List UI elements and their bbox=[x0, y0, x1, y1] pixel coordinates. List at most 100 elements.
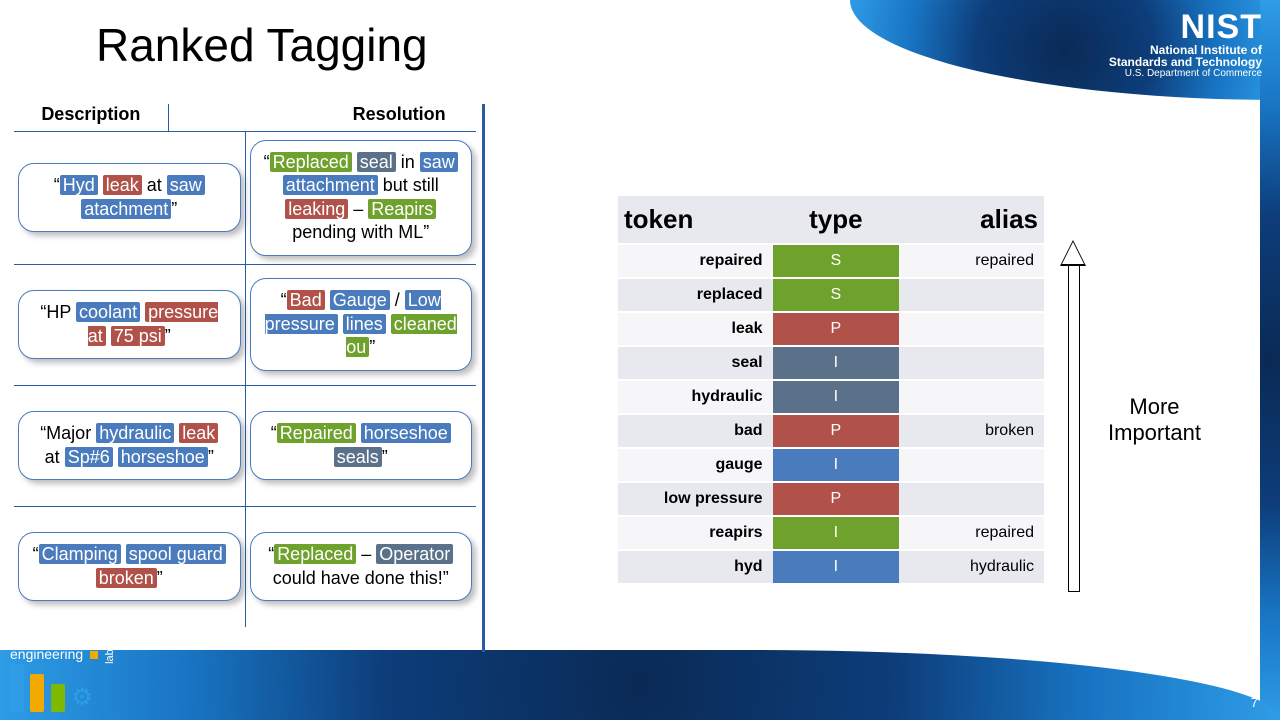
token-cell: seal bbox=[618, 346, 773, 380]
alias-cell bbox=[899, 380, 1044, 414]
example-row: “HP coolant pressure at 75 psi”“Bad Gaug… bbox=[14, 264, 476, 385]
token-cell: reapirs bbox=[618, 516, 773, 550]
description-bubble: “Clamping spool guard broken” bbox=[18, 532, 241, 601]
column-header-resolution: Resolution bbox=[322, 104, 476, 131]
nist-logo-text: NIST bbox=[1109, 8, 1262, 47]
highlight-red: leak bbox=[179, 423, 218, 443]
page-title: Ranked Tagging bbox=[96, 18, 428, 72]
alias-cell bbox=[899, 312, 1044, 346]
token-row: hydraulicI bbox=[618, 380, 1044, 414]
highlight-green: Replaced bbox=[274, 544, 356, 564]
highlight-blue: atachment bbox=[81, 199, 171, 219]
highlight-blue: hydraulic bbox=[96, 423, 174, 443]
token-table: token type alias repairedSrepairedreplac… bbox=[618, 196, 1044, 585]
highlight-red: leak bbox=[103, 175, 142, 195]
highlight-red: Bad bbox=[287, 290, 325, 310]
type-cell: P bbox=[773, 414, 900, 448]
highlight-green: Replaced bbox=[270, 152, 352, 172]
highlight-blue: horseshoe bbox=[118, 447, 208, 467]
engineering-lab-logo: engineering laboratory ⚙ bbox=[10, 615, 116, 712]
column-header-description: Description bbox=[14, 104, 168, 131]
highlight-blue: saw bbox=[420, 152, 458, 172]
token-header-type: type bbox=[773, 196, 900, 244]
highlight-blue: Sp#6 bbox=[65, 447, 113, 467]
token-header-alias: alias bbox=[899, 196, 1044, 244]
nist-logo-line2: Standards and Technology bbox=[1109, 55, 1262, 69]
highlight-red: 75 psi bbox=[111, 326, 165, 346]
alias-cell bbox=[899, 346, 1044, 380]
highlight-blue: Hyd bbox=[60, 175, 98, 195]
arrow-up-icon bbox=[1060, 240, 1086, 590]
type-cell: I bbox=[773, 346, 900, 380]
token-cell: leak bbox=[618, 312, 773, 346]
token-row: replacedS bbox=[618, 278, 1044, 312]
description-bubble: “Major hydraulic leak at Sp#6 horseshoe” bbox=[18, 411, 241, 480]
highlight-blue: Clamping bbox=[39, 544, 121, 564]
type-cell: I bbox=[773, 380, 900, 414]
example-row: “Hyd leak at saw atachment”“Replaced sea… bbox=[14, 131, 476, 264]
token-cell: bad bbox=[618, 414, 773, 448]
description-bubble: “HP coolant pressure at 75 psi” bbox=[18, 290, 241, 359]
token-row: hydIhydraulic bbox=[618, 550, 1044, 584]
alias-cell: hydraulic bbox=[899, 550, 1044, 584]
vertical-divider bbox=[482, 104, 485, 652]
token-row: badPbroken bbox=[618, 414, 1044, 448]
type-cell: I bbox=[773, 516, 900, 550]
token-cell: repaired bbox=[618, 244, 773, 278]
example-row: “Major hydraulic leak at Sp#6 horseshoe”… bbox=[14, 385, 476, 506]
token-cell: hydraulic bbox=[618, 380, 773, 414]
highlight-green: Repaired bbox=[277, 423, 356, 443]
highlight-blue: saw bbox=[167, 175, 205, 195]
type-cell: P bbox=[773, 482, 900, 516]
token-cell: replaced bbox=[618, 278, 773, 312]
type-cell: I bbox=[773, 550, 900, 584]
token-cell: gauge bbox=[618, 448, 773, 482]
type-cell: S bbox=[773, 278, 900, 312]
highlight-blue: coolant bbox=[76, 302, 140, 322]
footer-word-1: engineering bbox=[10, 646, 83, 662]
bar-icon bbox=[51, 684, 65, 712]
nist-logo-line3: U.S. Department of Commerce bbox=[1109, 68, 1262, 79]
alias-cell bbox=[899, 482, 1044, 516]
square-icon bbox=[90, 651, 98, 659]
corner-decoration-right-edge bbox=[1260, 0, 1280, 720]
alias-cell: repaired bbox=[899, 516, 1044, 550]
bar-icon bbox=[30, 674, 44, 712]
nist-logo: NIST National Institute of Standards and… bbox=[1109, 8, 1262, 79]
more-important-label: More Important bbox=[1108, 394, 1201, 447]
type-cell: P bbox=[773, 312, 900, 346]
resolution-bubble: “Repaired horseshoe seals” bbox=[250, 411, 473, 480]
token-header-token: token bbox=[618, 196, 773, 244]
more-important-line1: More bbox=[1129, 394, 1179, 419]
more-important-line2: Important bbox=[1108, 420, 1201, 445]
token-row: sealI bbox=[618, 346, 1044, 380]
bar-icon bbox=[10, 664, 24, 712]
gear-icon: ⚙ bbox=[71, 683, 93, 712]
token-row: low pressureP bbox=[618, 482, 1044, 516]
highlight-darkb: seal bbox=[357, 152, 396, 172]
examples-grid: Description Resolution “Hyd leak at saw … bbox=[14, 104, 476, 627]
highlight-blue: spool guard bbox=[126, 544, 226, 564]
example-row: “Clamping spool guard broken”“Replaced –… bbox=[14, 506, 476, 627]
token-row: gaugeI bbox=[618, 448, 1044, 482]
token-row: leakP bbox=[618, 312, 1044, 346]
corner-decoration-bl bbox=[0, 650, 1280, 720]
highlight-red: broken bbox=[96, 568, 157, 588]
alias-cell bbox=[899, 448, 1044, 482]
resolution-bubble: “Replaced – Operator could have done thi… bbox=[250, 532, 473, 601]
highlight-red: leaking bbox=[285, 199, 348, 219]
description-bubble: “Hyd leak at saw atachment” bbox=[18, 163, 241, 232]
token-row: reapirsIrepaired bbox=[618, 516, 1044, 550]
highlight-darkb: seals bbox=[334, 447, 382, 467]
highlight-darkb: Operator bbox=[376, 544, 453, 564]
type-cell: S bbox=[773, 244, 900, 278]
page-number: 7 bbox=[1251, 695, 1258, 710]
highlight-blue: horseshoe bbox=[361, 423, 451, 443]
token-row: repairedSrepaired bbox=[618, 244, 1044, 278]
alias-cell bbox=[899, 278, 1044, 312]
alias-cell: repaired bbox=[899, 244, 1044, 278]
token-cell: hyd bbox=[618, 550, 773, 584]
token-cell: low pressure bbox=[618, 482, 773, 516]
highlight-blue: lines bbox=[343, 314, 386, 334]
alias-cell: broken bbox=[899, 414, 1044, 448]
